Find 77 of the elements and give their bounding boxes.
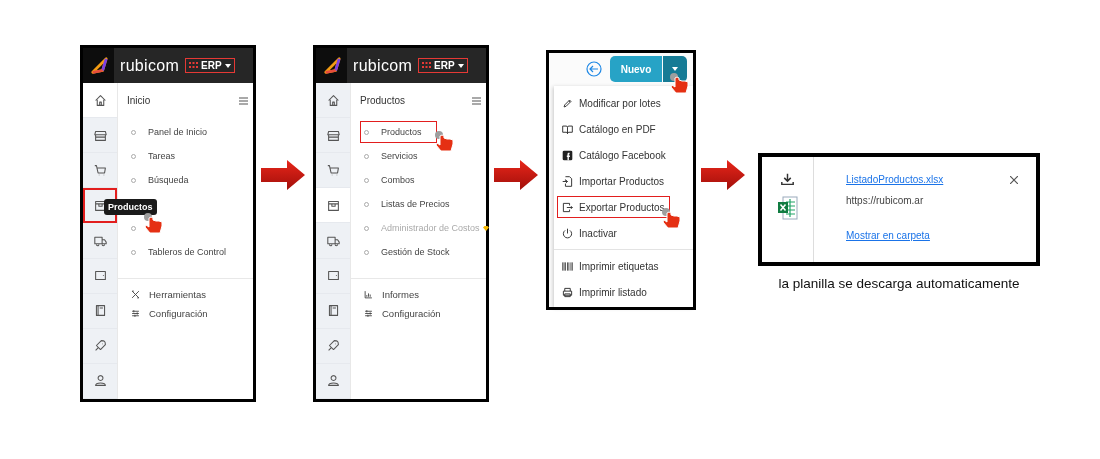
home-icon: [326, 93, 340, 107]
book-icon: [326, 304, 340, 318]
caret-icon: [457, 63, 464, 68]
show-in-folder-link[interactable]: Mostrar en carpeta: [846, 230, 930, 241]
caption: la planilla se descarga automaticamente: [778, 276, 1020, 291]
menu-item[interactable]: Tareas: [127, 145, 180, 167]
menu-title: Productos: [360, 95, 406, 106]
menu-item[interactable]: Catálogo Facebook: [557, 144, 671, 166]
grid-icon: [422, 62, 431, 69]
menu-icon[interactable]: [239, 96, 248, 105]
gem-icon: [482, 225, 489, 231]
user-icon: [93, 374, 107, 388]
menu-item[interactable]: Gestión de Stock: [360, 241, 455, 263]
module-selector[interactable]: ERP: [185, 58, 235, 73]
menu-item[interactable]: Imprimir listado: [557, 281, 652, 303]
export-icon: [562, 201, 573, 213]
home-icon: [93, 93, 107, 107]
menu-item[interactable]: Combos: [360, 169, 420, 191]
grid-icon: [189, 62, 198, 69]
menu-item[interactable]: Configuración: [364, 308, 481, 319]
menu-item[interactable]: Servicios: [360, 145, 423, 167]
wallet-icon: [93, 269, 107, 283]
module-selector[interactable]: ERP: [418, 58, 468, 73]
spreadsheet-icon: [777, 196, 798, 220]
cart-icon: [93, 163, 107, 177]
close-icon[interactable]: [1010, 175, 1018, 184]
menu-item[interactable]: Listas de Precios: [360, 193, 455, 215]
menu-item[interactable]: Imprimir etiquetas: [557, 255, 664, 277]
menu-item[interactable]: Búsqueda: [127, 169, 194, 191]
bar-chart-icon: [364, 290, 373, 299]
menu-item[interactable]: Tableros de Control: [127, 241, 232, 263]
truck-icon: [326, 234, 340, 247]
menu-item[interactable]: Configuración: [131, 308, 248, 319]
hand-cursor-icon: [433, 130, 456, 154]
caret-icon: [672, 67, 678, 71]
caret-icon: [224, 63, 231, 68]
pencil-icon: [562, 97, 573, 109]
box-icon: [326, 198, 340, 212]
tooltip: Productos: [104, 199, 157, 215]
store-icon: [93, 128, 107, 142]
sidebar-item[interactable]: [83, 293, 117, 329]
menu-item[interactable]: Inactivar: [557, 222, 622, 244]
import-icon: [562, 175, 573, 187]
menu-item[interactable]: Importar Productos: [557, 170, 670, 192]
menu-item[interactable]: Herramientas: [131, 289, 248, 300]
arrow-icon: [261, 160, 305, 190]
source-url: https://rubicom.ar: [846, 195, 925, 206]
truck-icon: [93, 234, 107, 247]
menu-item[interactable]: Modificar por lotes: [557, 92, 666, 114]
arrow-icon: [701, 160, 745, 190]
user-icon: [326, 374, 340, 388]
box-icon: [93, 198, 107, 212]
back-icon[interactable]: [586, 61, 602, 77]
menu-item[interactable]: Panel de Inicio: [127, 121, 213, 143]
menu-item[interactable]: Catálogo en PDF: [557, 118, 661, 140]
brand-name: rubicom: [120, 56, 179, 75]
menu-title: Inicio: [127, 95, 151, 106]
brand-name: rubicom: [353, 56, 412, 75]
menu-item[interactable]: Informes: [364, 289, 481, 300]
cart-icon: [326, 163, 340, 177]
open-book-icon: [562, 123, 573, 135]
sliders-icon: [131, 309, 140, 318]
logo-icon: [322, 56, 341, 75]
sliders-icon: [364, 309, 373, 318]
printer-icon: [562, 286, 573, 298]
logo-icon: [89, 56, 108, 75]
sidebar-item[interactable]: [316, 293, 350, 329]
download-icon[interactable]: [781, 173, 794, 186]
power-icon: [562, 227, 573, 239]
file-link[interactable]: ListadoProductos.xlsx: [846, 174, 944, 185]
store-icon: [326, 128, 340, 142]
arrow-icon: [494, 160, 538, 190]
social-square-icon: [562, 149, 573, 161]
wallet-icon: [326, 269, 340, 283]
book-icon: [93, 304, 107, 318]
menu-icon[interactable]: [472, 96, 481, 105]
barcode-icon: [562, 260, 573, 272]
